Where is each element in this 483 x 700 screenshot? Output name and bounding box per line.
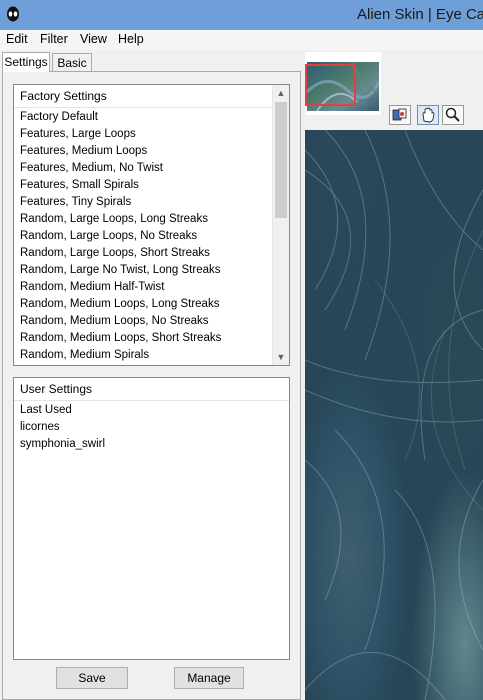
menu-view[interactable]: View	[80, 32, 107, 46]
menu-filter[interactable]: Filter	[40, 32, 68, 46]
navigator-view-rect[interactable]	[305, 64, 356, 106]
menu-help[interactable]: Help	[118, 32, 144, 46]
list-item[interactable]: Features, Tiny Spirals	[20, 194, 221, 211]
user-settings-rows: Last Used licornes symphonia_swirl	[20, 402, 105, 453]
tab-basic[interactable]: Basic	[52, 53, 92, 72]
scroll-up-icon[interactable]: ▲	[273, 85, 289, 101]
user-settings-list[interactable]: User Settings Last Used licornes symphonia…	[13, 377, 290, 660]
swirl-texture-image	[305, 130, 483, 700]
hand-tool[interactable]	[417, 105, 439, 125]
alien-skin-logo-icon[interactable]	[4, 5, 22, 23]
list-item[interactable]: Random, Medium Half-Twist	[20, 279, 221, 296]
factory-settings-list[interactable]: Factory Settings Factory Default Features…	[13, 84, 290, 366]
preview-image[interactable]	[305, 130, 483, 700]
list-item[interactable]: Random, Large Loops, No Streaks	[20, 228, 221, 245]
list-item[interactable]: licornes	[20, 419, 105, 436]
header-divider	[14, 400, 289, 401]
title-bar: Alien Skin | Eye Car	[0, 0, 483, 30]
factory-scrollbar[interactable]: ▲ ▼	[272, 85, 289, 365]
tab-settings[interactable]: Settings	[2, 52, 50, 72]
list-item[interactable]: Features, Small Spirals	[20, 177, 221, 194]
list-item[interactable]: Random, Medium Spirals	[20, 347, 221, 364]
hand-icon	[422, 107, 435, 123]
header-divider	[14, 107, 289, 108]
factory-settings-header: Factory Settings	[20, 89, 107, 103]
window-title: Alien Skin | Eye Car	[357, 6, 483, 23]
list-item[interactable]: Features, Medium Loops	[20, 143, 221, 160]
pan-compare-tool[interactable]	[389, 105, 411, 125]
pan-compare-icon	[392, 108, 407, 121]
menu-bar: Edit Filter View Help	[0, 30, 483, 50]
list-item[interactable]: symphonia_swirl	[20, 436, 105, 453]
list-item[interactable]: Random, Medium Loops, Short Streaks	[20, 330, 221, 347]
list-item[interactable]: Factory Default	[20, 109, 221, 126]
user-settings-header: User Settings	[20, 382, 93, 396]
scroll-down-icon[interactable]: ▼	[273, 349, 289, 365]
list-item[interactable]: Random, Medium Loops, Long Streaks	[20, 296, 221, 313]
list-item[interactable]: Random, Medium Loops, No Streaks	[20, 313, 221, 330]
scroll-thumb[interactable]	[275, 102, 287, 218]
factory-settings-rows: Factory Default Features, Large Loops Feat…	[20, 109, 221, 364]
list-item[interactable]: Random, Large Loops, Short Streaks	[20, 245, 221, 262]
list-item[interactable]: Features, Large Loops	[20, 126, 221, 143]
save-button[interactable]: Save	[56, 667, 128, 689]
zoom-tool[interactable]	[442, 105, 464, 125]
list-item[interactable]: Last Used	[20, 402, 105, 419]
manage-button[interactable]: Manage	[174, 667, 244, 689]
list-item[interactable]: Random, Large No Twist, Long Streaks	[20, 262, 221, 279]
zoom-icon	[445, 107, 460, 122]
list-item[interactable]: Random, Large Loops, Long Streaks	[20, 211, 221, 228]
list-item[interactable]: Features, Medium, No Twist	[20, 160, 221, 177]
menu-edit[interactable]: Edit	[6, 32, 28, 46]
